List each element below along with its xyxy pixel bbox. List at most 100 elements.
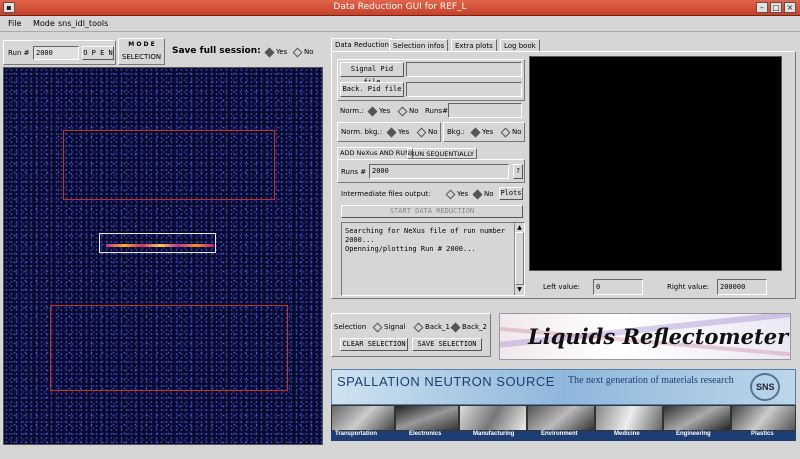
norm-bkg-yes-label: Yes — [398, 128, 410, 136]
norm-yes[interactable]: Yes — [367, 106, 391, 116]
scroll-up-icon[interactable]: ▲ — [516, 224, 523, 231]
extra-plot-canvas[interactable] — [529, 56, 782, 271]
caption-electronics: Electronics — [409, 431, 442, 437]
norm-runs-input[interactable] — [448, 103, 522, 118]
norm-no-label: No — [409, 107, 419, 115]
open-button[interactable]: O P E N — [82, 46, 114, 60]
values-row: Left value: 0 Right value: 200000 — [531, 278, 781, 296]
signal-pid-input[interactable] — [406, 62, 522, 77]
subtab-run-sequentially[interactable]: RUN SEQUENTIALLY — [407, 148, 477, 159]
bkg-yes[interactable]: Yes — [470, 127, 494, 137]
bkg-yes-label: Yes — [482, 128, 494, 136]
photo-medicine — [595, 405, 663, 431]
intermediate-no-label: No — [484, 190, 494, 198]
right-value-label: Right value: — [667, 283, 710, 291]
save-session-row: Save full session: Yes No — [172, 46, 322, 60]
minimize-button[interactable]: – — [756, 2, 768, 13]
radio-icon — [292, 47, 303, 57]
bkg-label: Bkg.: — [447, 128, 465, 136]
back-pid-input[interactable] — [406, 82, 522, 97]
caption-transportation: Transportation — [335, 431, 378, 437]
norm-bkg-no[interactable]: No — [416, 127, 438, 137]
start-reduction-button[interactable]: START DATA REDUCTION — [341, 205, 523, 218]
log-output[interactable]: Searching for NeXus file of run number 2… — [341, 222, 525, 296]
back1-roi[interactable] — [63, 130, 275, 200]
scroll-thumb[interactable] — [515, 232, 524, 285]
back2-roi[interactable] — [50, 305, 288, 391]
intermediate-yes[interactable]: Yes — [445, 189, 468, 199]
right-value-input[interactable]: 200000 — [717, 279, 767, 295]
norm-yes-label: Yes — [379, 107, 391, 115]
radio-icon — [386, 127, 397, 137]
mode-title: M O D E — [128, 41, 155, 48]
selection-back2[interactable]: Back_2 — [450, 322, 487, 332]
clear-selection-button[interactable]: CLEAR SELECTION — [340, 338, 408, 351]
norm-bkg-label: Norm. bkg.: — [341, 128, 383, 136]
photo-electronics — [395, 405, 459, 431]
subtab-add-nexus[interactable]: ADD NeXus AND RUN — [337, 147, 413, 159]
radio-icon — [367, 106, 378, 116]
save-selection-button[interactable]: SAVE SELECTION — [412, 338, 482, 351]
intermediate-no[interactable]: No — [472, 189, 494, 199]
tab-data-reduction[interactable]: Data Reduction — [331, 38, 393, 52]
save-session-no[interactable]: No — [292, 47, 314, 57]
scroll-down-icon[interactable]: ▼ — [516, 286, 523, 293]
norm-no[interactable]: No — [397, 106, 419, 116]
bkg-no-label: No — [512, 128, 522, 136]
menu-file[interactable]: File — [8, 19, 21, 28]
plots-button[interactable]: Plots — [499, 187, 523, 200]
photo-engineering — [663, 405, 731, 431]
radio-icon — [445, 189, 456, 199]
maximize-button[interactable]: □ — [770, 2, 782, 13]
bkg-box: Bkg.: Yes No — [443, 122, 525, 142]
radio-icon — [470, 127, 481, 137]
log-scrollbar[interactable]: ▲ ▼ — [514, 223, 524, 295]
norm-row: Norm.: Yes No Runs# — [337, 102, 525, 120]
menu-bar: File Mode sns_idl_tools — [0, 16, 800, 32]
save-session-yes[interactable]: Yes — [264, 47, 288, 57]
detector-plot[interactable] — [3, 67, 323, 445]
title-bar: Data Reduction GUI for REF_L ▪ – □ × — [0, 0, 800, 16]
runs-label: Runs# — [425, 107, 448, 115]
back-pid-button[interactable]: Back. Pid file — [340, 82, 404, 97]
selection-signal[interactable]: Signal — [372, 322, 406, 332]
mode-value[interactable]: SELECTION — [119, 53, 164, 61]
radio-icon — [472, 189, 483, 199]
log-line-2: 2000... — [345, 236, 375, 244]
caption-engineering: Engineering — [676, 431, 711, 437]
selection-back1[interactable]: Back_1 — [413, 322, 450, 332]
norm-bkg-no-label: No — [428, 128, 438, 136]
radio-icon — [500, 127, 511, 137]
sns-tagline: The next generation of materials researc… — [568, 375, 734, 386]
selection-panel: Selection Signal Back_1 Back_2 CLEAR SEL… — [331, 313, 491, 357]
left-value-input[interactable]: 0 — [593, 279, 643, 295]
radio-icon — [416, 127, 427, 137]
run-number-input[interactable]: 2000 — [33, 46, 79, 60]
runs-field-input[interactable]: 2000 — [369, 164, 509, 179]
save-session-label: Save full session: — [172, 46, 261, 56]
runs-field-label: Runs # — [341, 168, 367, 176]
liquids-reflectometer-logo: Liquids Reflectometer — [499, 313, 791, 360]
menu-sns-idl-tools[interactable]: sns_idl_tools — [58, 19, 108, 28]
norm-label: Norm.: — [340, 107, 364, 115]
photo-manufacturing — [459, 405, 527, 431]
left-value-label: Left value: — [543, 283, 580, 291]
save-session-no-label: No — [304, 48, 314, 56]
radio-icon — [397, 106, 408, 116]
norm-bkg-yes[interactable]: Yes — [386, 127, 410, 137]
signal-roi[interactable] — [99, 233, 216, 253]
selection-signal-label: Signal — [384, 323, 406, 331]
selection-back1-label: Back_1 — [425, 323, 450, 331]
window-title: Data Reduction GUI for REF_L — [333, 2, 467, 12]
menu-mode[interactable]: Mode — [33, 19, 55, 28]
norm-bkg-box: Norm. bkg.: Yes No — [337, 122, 441, 142]
signal-pid-button[interactable]: Signal Pid file — [340, 62, 404, 86]
help-button[interactable]: ? — [513, 164, 523, 179]
window-menu-button[interactable]: ▪ — [3, 2, 15, 13]
caption-plastics: Plastics — [751, 431, 774, 437]
log-line-1: Searching for NeXus file of run number — [345, 227, 506, 235]
close-button[interactable]: × — [784, 2, 796, 13]
radio-icon — [413, 322, 424, 332]
bkg-no[interactable]: No — [500, 127, 522, 137]
save-session-yes-label: Yes — [276, 48, 288, 56]
